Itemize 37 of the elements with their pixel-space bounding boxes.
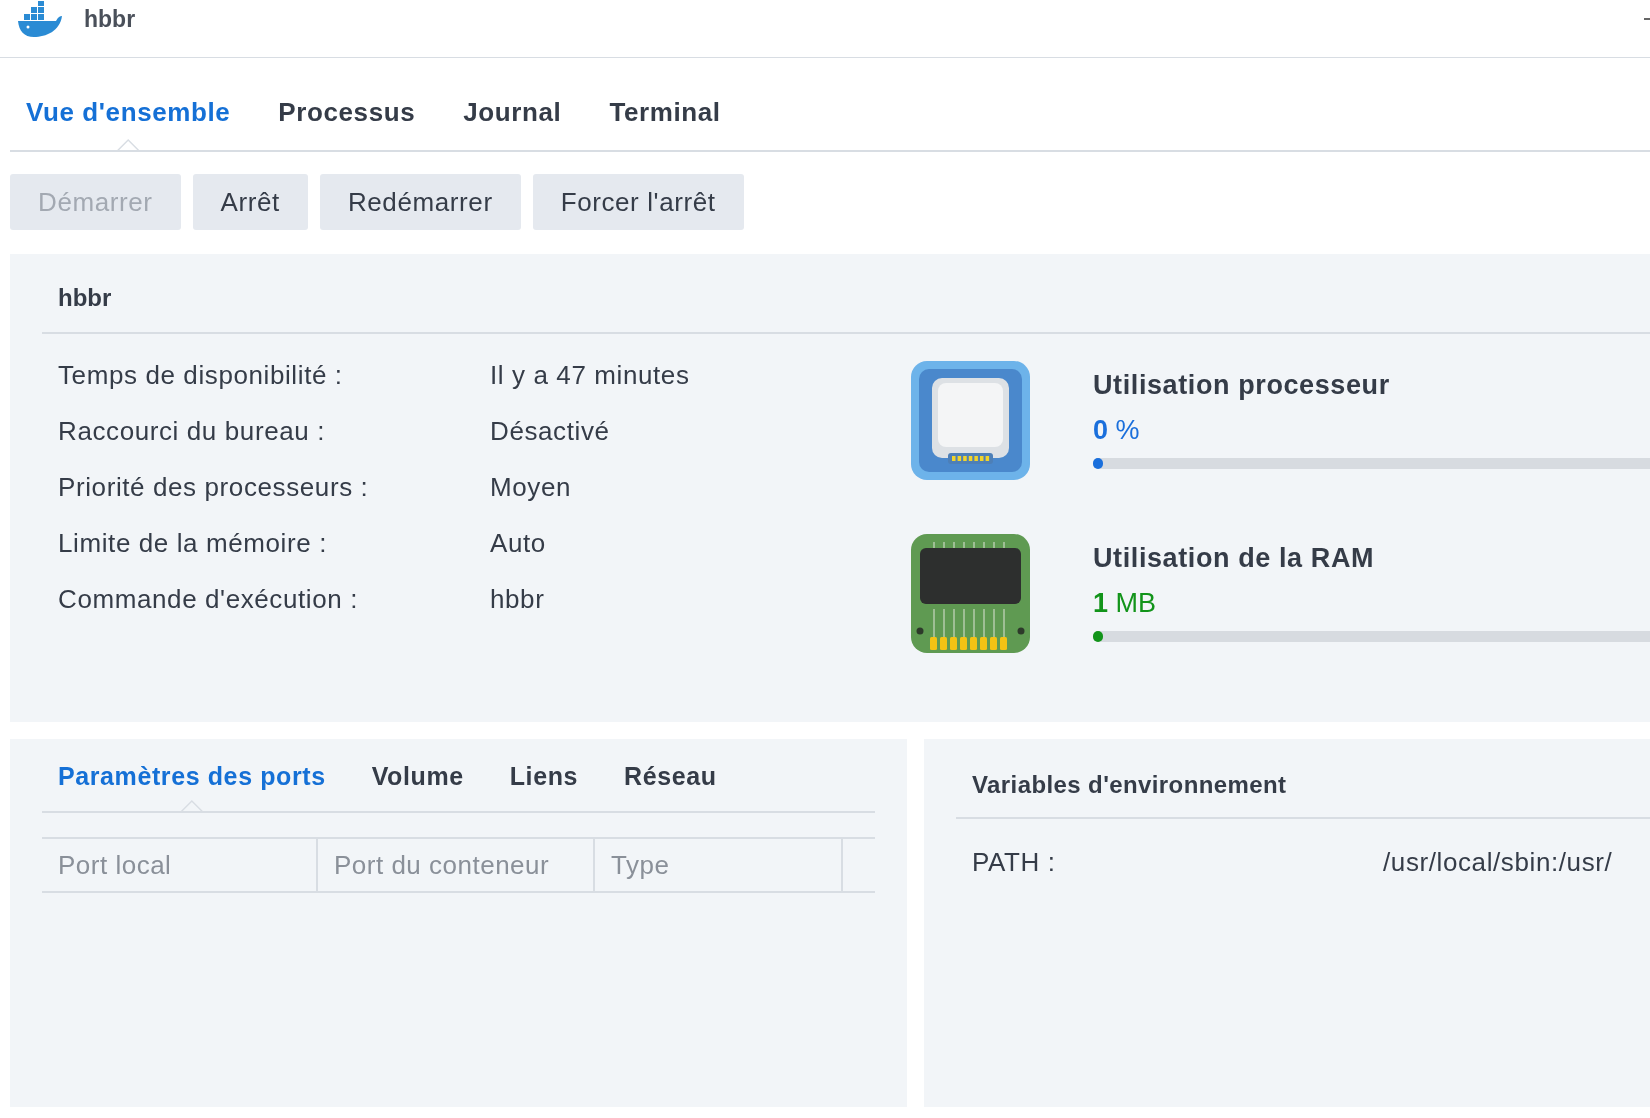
detail-label: Temps de disponibilité : — [58, 360, 344, 390]
tab[interactable]: Liens — [509, 762, 579, 811]
column-header: Type — [595, 839, 843, 891]
variable-value: /usr/local/sbin:/usr/ — [1383, 847, 1614, 877]
container-name: hbbr — [42, 254, 1650, 334]
window-title: hbbr — [84, 6, 136, 33]
tab[interactable]: Terminal — [609, 97, 721, 150]
detail-value: Auto — [490, 528, 547, 558]
action-button[interactable]: Redémarrer — [319, 174, 521, 230]
action-button[interactable]: Arrêt — [192, 174, 308, 230]
column-header: Port du conteneur — [318, 839, 595, 891]
detail-label: Commande d'exécution : — [58, 584, 359, 614]
metric-value: 0 % — [1093, 415, 1141, 446]
detail-value: Moyen — [490, 472, 573, 502]
metric-value: 1 MB — [1093, 588, 1158, 619]
tab[interactable]: Paramètres des ports — [58, 762, 326, 811]
metric-title: Utilisation processeur — [1093, 370, 1391, 401]
tab[interactable]: Volume — [371, 762, 464, 811]
variable-name: PATH : — [972, 847, 1057, 877]
whale-icon — [16, 0, 62, 39]
tab[interactable]: Processus — [278, 97, 416, 150]
tab[interactable]: Journal — [463, 97, 562, 150]
detail-value: Il y a 47 minutes — [490, 360, 691, 390]
detail-label: Raccourci du bureau : — [58, 416, 326, 446]
panel-title: Variables d'environnement — [956, 739, 1650, 819]
memory-chip-icon — [910, 533, 1031, 654]
detail-value: Désactivé — [490, 416, 611, 446]
column-header: Port local — [42, 839, 318, 891]
minimize-icon[interactable] — [1644, 18, 1650, 20]
action-button[interactable]: Forcer l'arrêt — [532, 174, 744, 230]
processor-icon — [910, 360, 1031, 481]
detail-value: hbbr — [490, 584, 546, 614]
detail-label: Limite de la mémoire : — [58, 528, 328, 558]
detail-label: Priorité des processeurs : — [58, 472, 370, 502]
tab[interactable]: Réseau — [624, 762, 717, 811]
tab[interactable]: Vue d'ensemble — [26, 97, 231, 150]
metric-title: Utilisation de la RAM — [1093, 543, 1376, 574]
